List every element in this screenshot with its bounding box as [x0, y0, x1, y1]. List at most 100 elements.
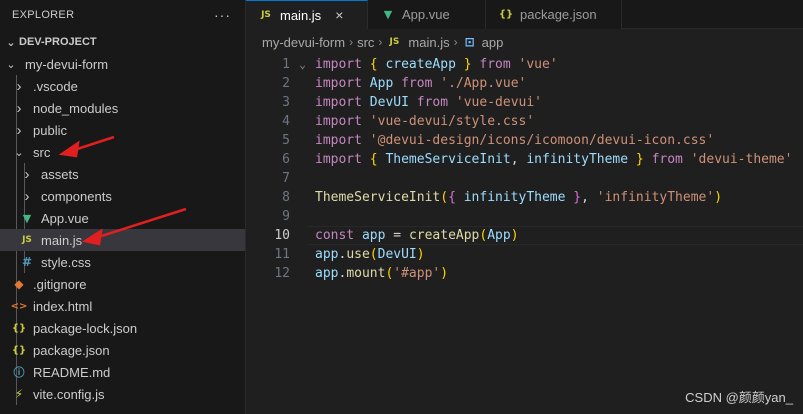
chevron-down-icon: ⌄ — [14, 146, 24, 159]
info-file-icon: ⓘ — [13, 366, 25, 379]
code-text: import '@devui-design/icons/icomoon/devu… — [315, 133, 714, 148]
tab-package-json[interactable]: {} package.json — [486, 0, 622, 29]
code-line[interactable]: 6 import { ThemeServiceInit, infinityThem… — [246, 150, 803, 169]
tree-item[interactable]: {} package-lock.json — [0, 317, 245, 339]
explorer-sidebar: EXPLORER ··· ⌄ DEV-PROJECT ⌄ my-devui-for… — [0, 0, 246, 414]
code-line[interactable]: 8 ThemeServiceInit({ infinityTheme }, 'in… — [246, 188, 803, 207]
code-token: ) — [510, 228, 519, 243]
breadcrumb-item[interactable]: app — [482, 35, 504, 50]
code-text: import DevUI from 'vue-devui' — [315, 95, 542, 110]
code-line[interactable]: 7 — [246, 169, 803, 188]
line-number: 4 — [282, 114, 290, 129]
code-editor[interactable]: 1 ⌄ import { createApp } from 'vue' 2 import… — [246, 55, 803, 283]
tree-item[interactable]: ⚡ vite.config.js — [0, 383, 245, 405]
html-file-icon: <> — [10, 300, 28, 312]
code-text: import 'vue-devui/style.css' — [315, 114, 534, 129]
tree-item[interactable]: › assets — [0, 163, 245, 185]
code-token: '@devui-design/icons/icomoon/devui-icon.… — [369, 133, 715, 148]
tree-item[interactable]: › .vscode — [0, 75, 245, 97]
breadcrumb-item[interactable]: main.js — [408, 35, 449, 50]
tree-item[interactable]: ◆ .gitignore — [0, 273, 245, 295]
tree-item[interactable]: JS main.js — [0, 229, 245, 251]
code-line[interactable]: 10 const app = createApp(App) — [246, 226, 803, 245]
code-token: 'devui-theme' — [690, 152, 793, 167]
tree-item[interactable]: ⓘ README.md — [0, 361, 245, 383]
tree-item-label: .vscode — [33, 78, 78, 94]
explorer-header: EXPLORER ··· — [0, 0, 245, 29]
tree-item[interactable]: <> index.html — [0, 295, 245, 317]
code-token: ) — [416, 247, 425, 262]
chevron-right-icon: › — [24, 187, 30, 205]
fold-chevron-icon[interactable]: ⌄ — [290, 58, 315, 71]
css-file-icon: # — [21, 255, 33, 269]
project-section-header[interactable]: ⌄ DEV-PROJECT — [0, 31, 245, 53]
tab-main-js[interactable]: JS main.js × — [246, 0, 368, 29]
chevron-right-icon: › — [16, 77, 22, 95]
code-line[interactable]: 1 ⌄ import { createApp } from 'vue' — [246, 55, 803, 74]
code-line[interactable]: 12 app.mount('#app') — [246, 264, 803, 283]
tree-item-label: components — [41, 188, 112, 204]
line-number: 5 — [282, 133, 290, 148]
tree-item[interactable]: › node_modules — [0, 97, 245, 119]
chevron-right-icon: › — [453, 35, 458, 49]
breadcrumb-item[interactable]: src — [357, 35, 374, 50]
code-token: from — [401, 76, 433, 91]
code-token: { — [448, 190, 456, 205]
tree-item[interactable]: ⌄ src — [0, 141, 245, 163]
tree-item[interactable]: # style.css — [0, 251, 245, 273]
tree-item-label: README.md — [33, 364, 111, 380]
code-token: { — [369, 57, 378, 72]
code-token: } — [635, 152, 644, 167]
line-number: 11 — [274, 247, 290, 262]
tree-item[interactable]: › components — [0, 185, 245, 207]
code-line[interactable]: 3 import DevUI from 'vue-devui' — [246, 93, 803, 112]
code-text: app.use(DevUI) — [315, 247, 425, 262]
project-name: DEV-PROJECT — [19, 36, 97, 48]
code-line[interactable]: 11 app.use(DevUI) — [246, 245, 803, 264]
code-token: { — [369, 152, 378, 167]
code-token: import — [315, 95, 362, 110]
line-number: 6 — [282, 152, 290, 167]
tree-item[interactable]: ⌄ my-devui-form — [0, 53, 245, 75]
code-token: from — [651, 152, 683, 167]
tab-app-vue[interactable]: ▼ App.vue — [368, 0, 486, 29]
code-token: ThemeServiceInit — [315, 190, 441, 205]
line-number: 9 — [282, 209, 290, 224]
chevron-right-icon: › — [349, 35, 354, 49]
code-text: import App from './App.vue' — [315, 76, 526, 91]
code-text: import { createApp } from 'vue' — [315, 57, 558, 72]
line-number: 3 — [282, 95, 290, 110]
js-file-icon: JS — [261, 10, 271, 20]
code-token: 'vue-devui/style.css' — [369, 114, 535, 129]
breadcrumb-item[interactable]: my-devui-form — [262, 35, 345, 50]
tree-item-label: src — [33, 144, 51, 160]
code-token: app — [315, 266, 339, 281]
close-icon[interactable]: × — [335, 7, 343, 23]
more-actions-icon[interactable]: ··· — [214, 7, 231, 23]
code-token: App — [369, 76, 394, 91]
line-number: 10 — [274, 228, 290, 243]
code-line[interactable]: 5 import '@devui-design/icons/icomoon/dev… — [246, 131, 803, 150]
tree-item-label: my-devui-form — [25, 56, 109, 72]
vue-file-icon: ▼ — [383, 8, 393, 21]
tree-item-label: assets — [41, 166, 79, 182]
code-line[interactable]: 4 import 'vue-devui/style.css' — [246, 112, 803, 131]
tree-item[interactable]: {} package.json — [0, 339, 245, 361]
tree-item-label: style.css — [41, 254, 91, 270]
code-token: use — [346, 247, 370, 262]
code-line[interactable]: 9 — [246, 207, 803, 226]
code-token: DevUI — [377, 247, 417, 262]
tree-item[interactable]: ▼ App.vue — [0, 207, 245, 229]
symbol-variable-icon: ⊡ — [464, 35, 475, 49]
tree-item[interactable]: › public — [0, 119, 245, 141]
code-line[interactable]: 2 import App from './App.vue' — [246, 74, 803, 93]
